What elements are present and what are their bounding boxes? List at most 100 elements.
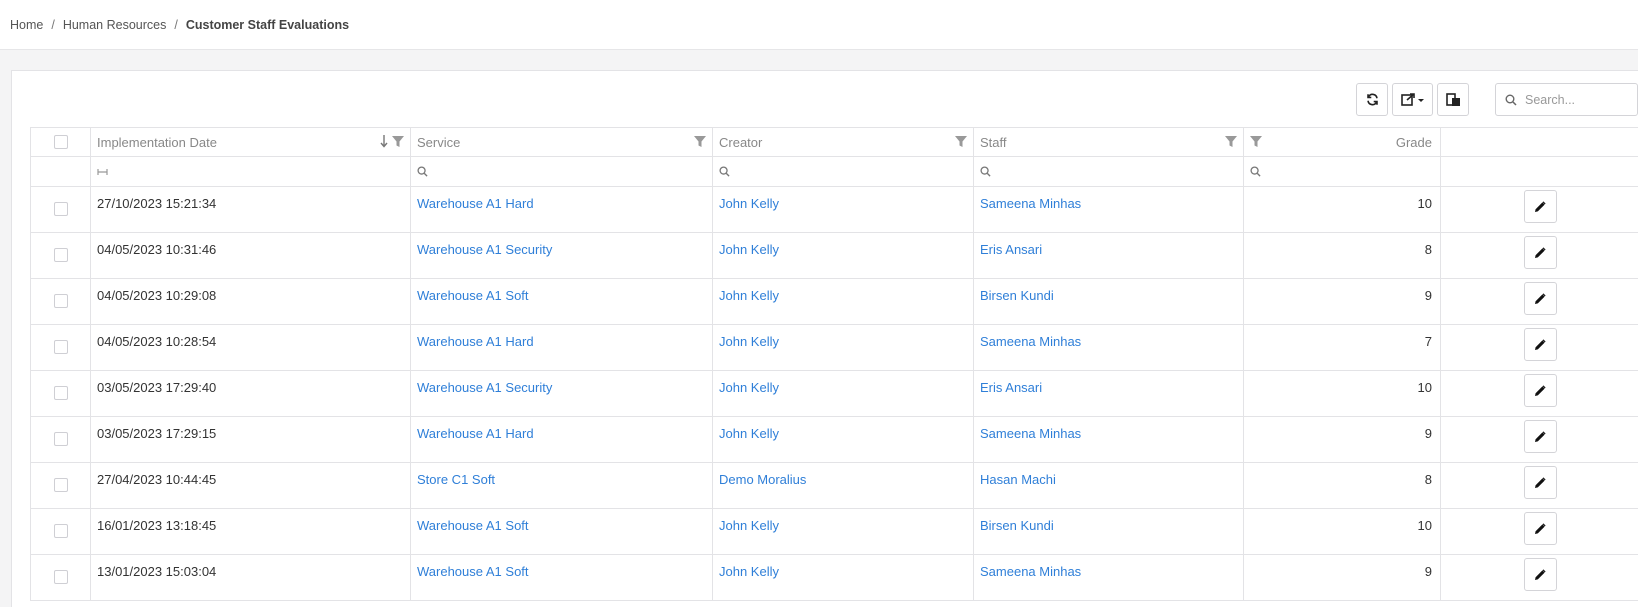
cell-staff-link[interactable]: Birsen Kundi [973,278,1244,325]
filter-icon[interactable] [392,136,404,148]
evaluations-table: Implementation Date Service Creator Staf… [30,127,1638,601]
cell-staff-link[interactable]: Sameena Minhas [973,416,1244,463]
cell-staff-link[interactable]: Hasan Machi [973,462,1244,509]
row-checkbox[interactable] [53,570,68,584]
cell-service-link[interactable]: Warehouse A1 Security [410,232,713,279]
pencil-icon [1535,430,1546,442]
search-icon [980,166,991,177]
cell-service-link[interactable]: Warehouse A1 Hard [410,324,713,371]
date-range-icon[interactable] [97,168,108,176]
search-icon [1505,94,1517,106]
top-bar: Home / Human Resources / Customer Staff … [0,0,1638,50]
edit-button[interactable] [1523,558,1557,591]
edit-button[interactable] [1523,190,1557,223]
filter-cell-grade[interactable] [1243,156,1441,187]
filter-cell-creator[interactable] [712,156,974,187]
row-select-cell [30,416,91,463]
filter-icon[interactable] [694,136,706,148]
export-button[interactable] [1392,83,1433,116]
row-checkbox[interactable] [53,294,68,308]
edit-button[interactable] [1523,236,1557,269]
column-header-creator[interactable]: Creator [712,127,974,157]
cell-service-link[interactable]: Warehouse A1 Soft [410,508,713,555]
cell-implementation-date: 03/05/2023 17:29:40 [90,370,411,417]
filter-icon[interactable] [955,136,967,148]
cell-creator-link[interactable]: John Kelly [712,554,974,601]
row-actions-cell [1440,370,1638,417]
cell-staff-link[interactable]: Sameena Minhas [973,186,1244,233]
cell-creator-link[interactable]: John Kelly [712,186,974,233]
cell-implementation-date: 27/04/2023 10:44:45 [90,462,411,509]
search-icon [1250,166,1261,177]
column-header-staff[interactable]: Staff [973,127,1244,157]
grid-toolbar [1356,83,1638,116]
filter-cell-staff[interactable] [973,156,1244,187]
pencil-icon [1535,292,1546,304]
search-box[interactable] [1495,83,1638,116]
filter-cell-service[interactable] [410,156,713,187]
cell-service-link[interactable]: Warehouse A1 Soft [410,278,713,325]
cell-grade: 10 [1243,370,1441,417]
cell-implementation-date: 13/01/2023 15:03:04 [90,554,411,601]
cell-staff-link[interactable]: Birsen Kundi [973,508,1244,555]
cell-grade: 9 [1243,278,1441,325]
select-all-checkbox[interactable] [53,135,68,149]
cell-service-link[interactable]: Store C1 Soft [410,462,713,509]
edit-button[interactable] [1523,328,1557,361]
column-chooser-button[interactable] [1437,83,1469,116]
cell-staff-link[interactable]: Sameena Minhas [973,554,1244,601]
sort-desc-icon[interactable] [380,134,388,148]
cell-implementation-date: 16/01/2023 13:18:45 [90,508,411,555]
cell-creator-link[interactable]: John Kelly [712,278,974,325]
table-row: 13/01/2023 15:03:04 Warehouse A1 Soft Jo… [30,554,1638,601]
refresh-button[interactable] [1356,83,1388,116]
row-checkbox[interactable] [53,202,68,216]
cell-staff-link[interactable]: Eris Ansari [973,232,1244,279]
filter-icon[interactable] [1225,136,1237,148]
cell-staff-link[interactable]: Sameena Minhas [973,324,1244,371]
cell-service-link[interactable]: Warehouse A1 Soft [410,554,713,601]
cell-creator-link[interactable]: John Kelly [712,232,974,279]
cell-creator-link[interactable]: Demo Moralius [712,462,974,509]
cell-implementation-date: 03/05/2023 17:29:15 [90,416,411,463]
edit-button[interactable] [1523,420,1557,453]
cell-creator-link[interactable]: John Kelly [712,416,974,463]
cell-creator-link[interactable]: John Kelly [712,324,974,371]
pencil-icon [1535,568,1546,580]
cell-creator-link[interactable]: John Kelly [712,508,974,555]
cell-staff-link[interactable]: Eris Ansari [973,370,1244,417]
row-select-cell [30,508,91,555]
row-select-cell [30,324,91,371]
edit-button[interactable] [1523,466,1557,499]
column-header-grade[interactable]: Grade [1243,127,1441,157]
row-actions-cell [1440,324,1638,371]
filter-cell-empty [30,156,91,187]
cell-service-link[interactable]: Warehouse A1 Hard [410,186,713,233]
cell-service-link[interactable]: Warehouse A1 Security [410,370,713,417]
breadcrumb-separator: / [174,17,178,32]
breadcrumb-home[interactable]: Home [10,18,43,32]
cell-grade: 10 [1243,508,1441,555]
row-select-cell [30,278,91,325]
search-input[interactable] [1525,92,1635,107]
row-checkbox[interactable] [53,478,68,492]
row-checkbox[interactable] [53,340,68,354]
cell-grade: 10 [1243,186,1441,233]
cell-grade: 9 [1243,416,1441,463]
edit-button[interactable] [1523,282,1557,315]
cell-creator-link[interactable]: John Kelly [712,370,974,417]
breadcrumb-human-resources[interactable]: Human Resources [63,18,167,32]
row-actions-cell [1440,186,1638,233]
row-checkbox[interactable] [53,432,68,446]
edit-button[interactable] [1523,512,1557,545]
cell-service-link[interactable]: Warehouse A1 Hard [410,416,713,463]
row-select-cell [30,232,91,279]
edit-button[interactable] [1523,374,1557,407]
column-header-service[interactable]: Service [410,127,713,157]
filter-icon[interactable] [1250,136,1262,148]
column-header-implementation-date[interactable]: Implementation Date [90,127,411,157]
row-checkbox[interactable] [53,524,68,538]
row-checkbox[interactable] [53,248,68,262]
row-checkbox[interactable] [53,386,68,400]
filter-cell-date[interactable] [90,156,411,187]
